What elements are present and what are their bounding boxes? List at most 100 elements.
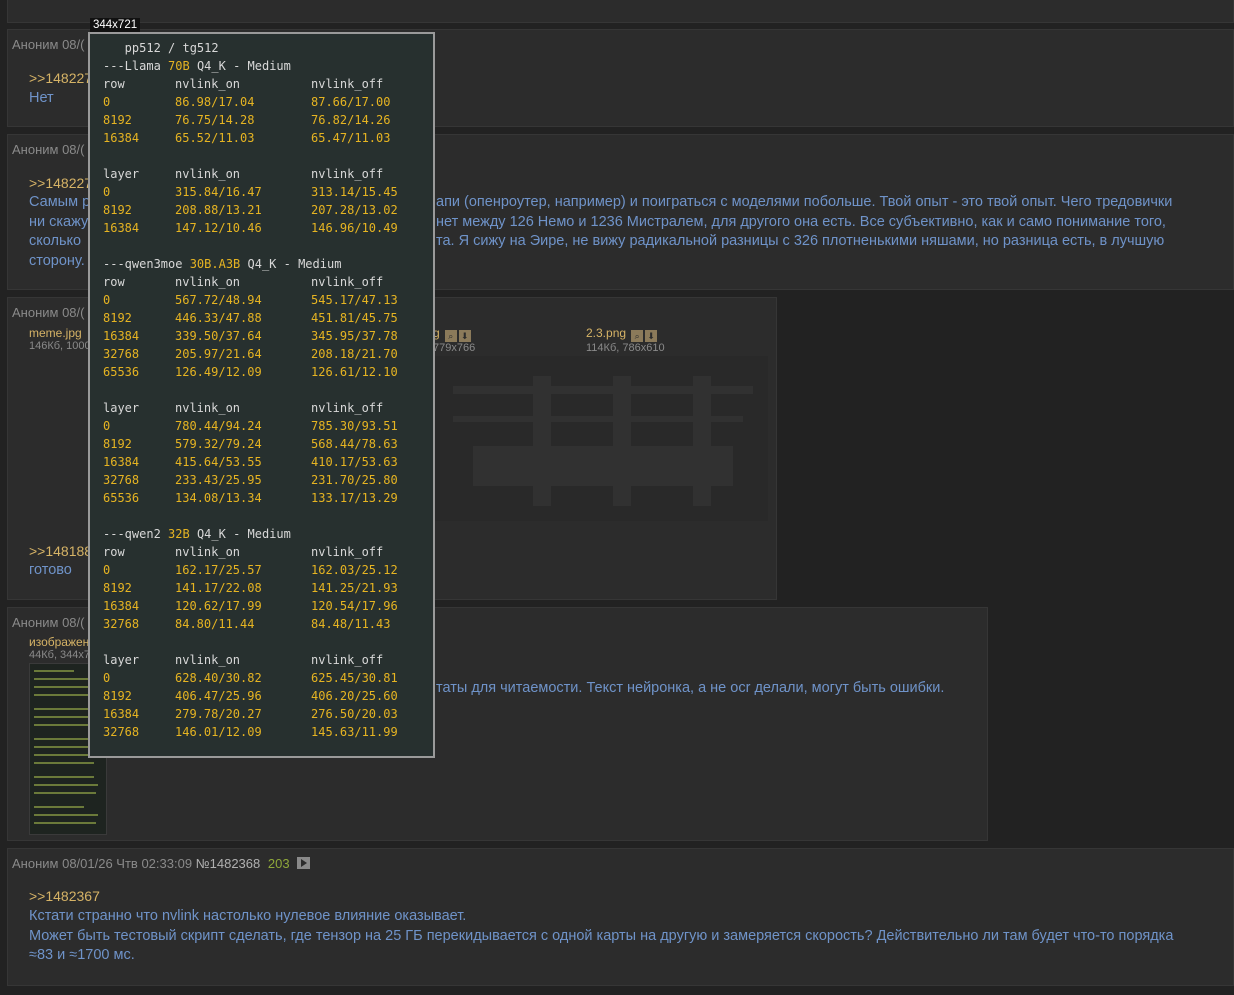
post-text-left: Самым р ни скажу сколько сторону. bbox=[29, 193, 90, 271]
heading-text: 70B bbox=[168, 59, 190, 73]
image-size-badge: 344x721 bbox=[90, 18, 141, 32]
table-cell: 146.96/10.49 bbox=[311, 221, 398, 235]
table-cell: 126.49/12.09 bbox=[175, 365, 262, 379]
table-cell: 780.44/94.24 bbox=[175, 419, 262, 433]
table-cell: 8192 bbox=[103, 581, 132, 595]
table-cell: 16384 bbox=[103, 131, 140, 145]
download-icon[interactable]: ⬇ bbox=[458, 330, 471, 342]
text-line: ни скажу bbox=[29, 213, 89, 230]
table-cell: 0 bbox=[103, 95, 111, 109]
table-cell: 567.72/48.94 bbox=[175, 293, 262, 307]
table-cell: 406.20/25.60 bbox=[311, 689, 398, 703]
table-cell: 231.70/25.80 bbox=[311, 473, 398, 487]
table-cell: 207.28/13.02 bbox=[311, 203, 398, 217]
table-cell: 65.52/11.03 bbox=[175, 131, 255, 145]
table-cell: 0 bbox=[103, 185, 111, 199]
reply-link[interactable]: >>1482367 bbox=[29, 888, 100, 904]
table-cell: 785.30/93.51 bbox=[311, 419, 398, 433]
table-cell: 141.17/22.08 bbox=[175, 581, 262, 595]
table-cell: 16384 bbox=[103, 455, 140, 469]
table-cell: 87.66/17.00 bbox=[311, 95, 391, 109]
table-heading: pp512 / tg512 bbox=[103, 39, 219, 57]
post-text: таты для читаемости. Текст нейронка, а н… bbox=[436, 680, 945, 696]
table-cell: 120.62/17.99 bbox=[175, 599, 262, 613]
image-thumbnail[interactable] bbox=[433, 356, 768, 521]
table-heading: ---qwen2 32B Q4_K - Medium bbox=[103, 525, 291, 543]
reply-link[interactable]: >>148227 bbox=[29, 175, 92, 191]
play-icon[interactable] bbox=[297, 857, 311, 869]
table-cell: 65.47/11.03 bbox=[311, 131, 391, 145]
file-info: изображен 44Кб, 344x7 bbox=[29, 635, 90, 661]
text-line: сколько bbox=[29, 233, 82, 249]
text-line: та. Я сижу на Эире, не вижу радикальной … bbox=[436, 233, 1165, 249]
post-text: Кстати странно что nvlink настолько нуле… bbox=[29, 907, 1229, 966]
table-cell: 410.17/53.63 bbox=[311, 455, 398, 469]
table-cell: 628.40/30.82 bbox=[175, 671, 262, 685]
reply-link[interactable]: >>148188 bbox=[29, 543, 92, 559]
table-cell: 8192 bbox=[103, 311, 132, 325]
table-cell: 84.80/11.44 bbox=[175, 617, 255, 631]
heading-text: 30B.A3B bbox=[189, 257, 241, 271]
heading-text: ---Llama bbox=[103, 59, 169, 73]
table-cell: 233.43/25.95 bbox=[175, 473, 262, 487]
column-header: layer bbox=[103, 167, 140, 181]
column-header: nvlink_on bbox=[175, 77, 241, 91]
column-header: row bbox=[103, 77, 125, 91]
table-cell: 208.88/13.21 bbox=[175, 203, 262, 217]
table-cell: 579.32/79.24 bbox=[175, 437, 262, 451]
table-cell: 126.61/12.10 bbox=[311, 365, 398, 379]
post: Аноним 08/01/26 Чтв 02:33:09 №1482368 20… bbox=[7, 848, 1234, 986]
table-cell: 545.17/47.13 bbox=[311, 293, 398, 307]
table-cell: 32768 bbox=[103, 347, 140, 361]
table-cell: 120.54/17.96 bbox=[311, 599, 398, 613]
search-icon[interactable]: ⌕ bbox=[631, 330, 644, 342]
text-line: апи (опенроутер, например) и поиграться … bbox=[436, 194, 1173, 210]
table-cell: 8192 bbox=[103, 437, 132, 451]
table-cell: 0 bbox=[103, 671, 111, 685]
text-line: нет между 126 Немо и 1236 Мистралем, для… bbox=[436, 213, 1166, 230]
file-name[interactable]: meme.jpg bbox=[29, 326, 91, 340]
column-header: nvlink_on bbox=[175, 167, 241, 181]
heading-text: ---qwen3moe bbox=[103, 257, 190, 271]
table-cell: 84.48/11.43 bbox=[311, 617, 391, 631]
table-cell: 133.17/13.29 bbox=[311, 491, 398, 505]
table-cell: 65536 bbox=[103, 491, 140, 505]
table-cell: 313.14/15.45 bbox=[311, 185, 398, 199]
file-name[interactable]: 2.3.png bbox=[586, 326, 626, 340]
table-cell: 65536 bbox=[103, 365, 140, 379]
file-info: meme.jpg 146Кб, 1000 bbox=[29, 326, 91, 352]
heading-text: Q4_K - Medium bbox=[189, 59, 291, 73]
table-cell: 625.45/30.81 bbox=[311, 671, 398, 685]
table-cell: 315.84/16.47 bbox=[175, 185, 262, 199]
table-cell: 568.44/78.63 bbox=[311, 437, 398, 451]
poster-name: Аноним bbox=[12, 856, 59, 871]
column-header: nvlink_on bbox=[175, 275, 241, 289]
table-cell: 86.98/17.04 bbox=[175, 95, 255, 109]
file-meta: 114Кб, 786x610 bbox=[586, 342, 665, 354]
table-cell: 345.95/37.78 bbox=[311, 329, 398, 343]
table-cell: 141.25/21.93 bbox=[311, 581, 398, 595]
table-cell: 208.18/21.70 bbox=[311, 347, 398, 361]
download-icon[interactable]: ⬇ bbox=[645, 330, 658, 342]
file-name[interactable]: изображен bbox=[29, 635, 90, 649]
table-cell: 16384 bbox=[103, 329, 140, 343]
post-number[interactable]: №1482368 bbox=[196, 856, 261, 871]
table-cell: 0 bbox=[103, 419, 111, 433]
search-icon[interactable]: ⌕ bbox=[444, 330, 457, 342]
reply-link[interactable]: >>148227 bbox=[29, 70, 92, 86]
table-cell: 8192 bbox=[103, 203, 132, 217]
text-line: Может быть тестовый скрипт сделать, где … bbox=[29, 927, 1174, 944]
post-header: Аноним 08/01/26 Чтв 02:33:09 №1482368 20… bbox=[12, 856, 311, 871]
post-header: Аноним 08/( bbox=[12, 615, 85, 630]
table-cell: 451.81/45.75 bbox=[311, 311, 398, 325]
table-cell: 446.33/47.88 bbox=[175, 311, 262, 325]
text-line: сторону. bbox=[29, 252, 85, 269]
heading-text: Q4_K - Medium bbox=[189, 527, 291, 541]
post-text: Нет bbox=[29, 90, 54, 106]
table-cell: 16384 bbox=[103, 221, 140, 235]
file-meta: 779x766 bbox=[433, 342, 476, 354]
post-date: 08/01/26 Чтв 02:33:09 bbox=[62, 856, 193, 871]
file-info: 2.3.png ⌕ ⬇ 114Кб, 786x610 bbox=[586, 326, 665, 354]
table-cell: 145.63/11.99 bbox=[311, 725, 398, 739]
table-cell: 32768 bbox=[103, 725, 140, 739]
